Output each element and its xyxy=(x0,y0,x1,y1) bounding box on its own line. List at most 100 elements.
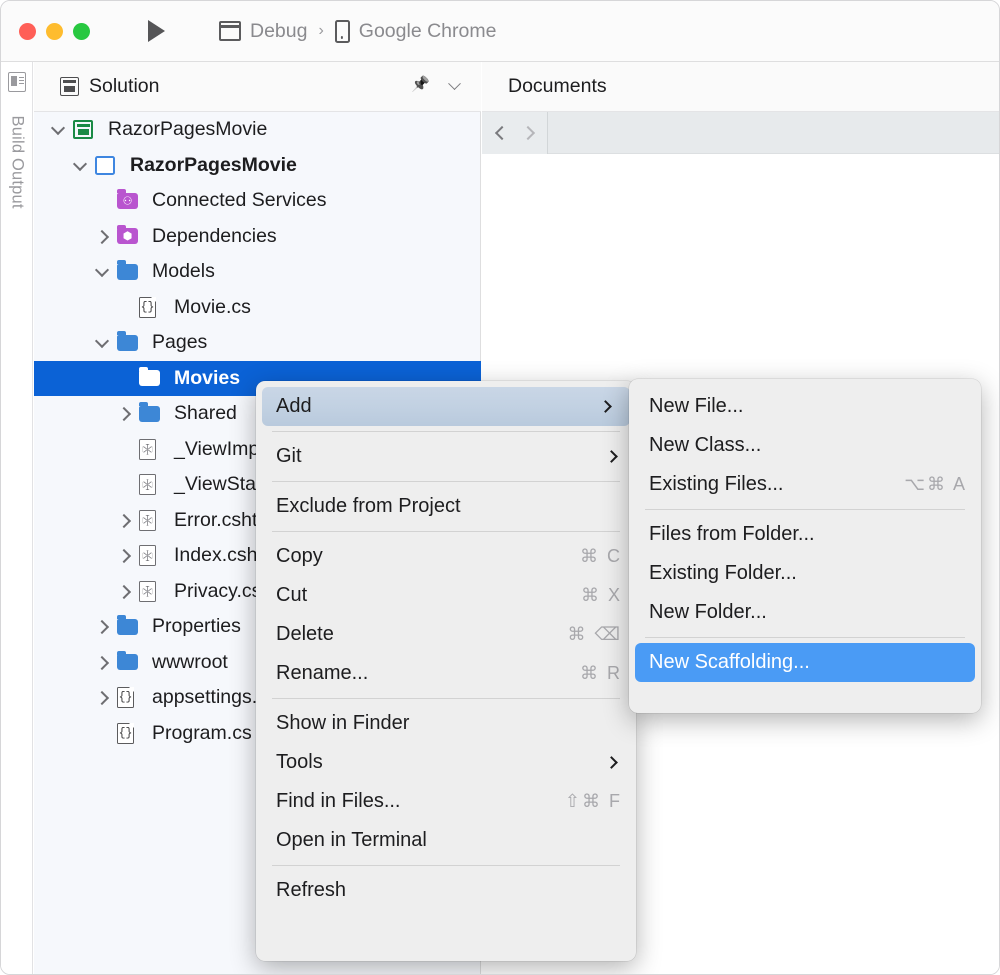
menu-item[interactable]: Delete⌘ ⌫ xyxy=(256,615,636,654)
menu-item[interactable]: Show in Finder xyxy=(256,704,636,743)
maximize-window-button[interactable] xyxy=(73,23,90,40)
chevron-right-icon[interactable] xyxy=(96,620,109,633)
tree-twist-spacer xyxy=(96,727,109,740)
documents-navigation-bar xyxy=(482,112,1000,154)
tree-row-label: RazorPagesMovie xyxy=(108,118,267,141)
folder-icon xyxy=(117,335,138,351)
rail-item-build-output[interactable]: Build Output xyxy=(8,116,27,204)
menu-item[interactable]: Copy⌘ C xyxy=(256,537,636,576)
device-label: Google Chrome xyxy=(359,20,497,43)
menu-item-shortcut: ⌘ C xyxy=(580,546,622,567)
tree-row[interactable]: RazorPagesMovie xyxy=(34,148,481,184)
chevron-right-icon[interactable] xyxy=(96,230,109,243)
folder-icon xyxy=(117,264,138,280)
menu-item[interactable]: Refresh xyxy=(256,871,636,910)
tree-row[interactable]: Pages xyxy=(34,325,481,361)
menu-item-label: Rename... xyxy=(276,662,580,685)
menu-item[interactable]: Open in Terminal xyxy=(256,821,636,860)
menu-item[interactable]: Exclude from Project xyxy=(256,487,636,526)
chevron-right-icon[interactable] xyxy=(118,514,131,527)
tree-icon-slot xyxy=(139,545,165,566)
run-configuration-selector[interactable]: Debug › Google Chrome xyxy=(219,20,496,43)
menu-item[interactable]: Cut⌘ X xyxy=(256,576,636,615)
menu-item[interactable]: Rename...⌘ R xyxy=(256,654,636,693)
title-bar: Debug › Google Chrome xyxy=(1,1,1000,62)
chevron-right-icon[interactable] xyxy=(96,656,109,669)
menu-item[interactable]: Files from Folder... xyxy=(629,515,981,554)
chevron-right-icon[interactable] xyxy=(118,585,131,598)
submenu-arrow-icon xyxy=(605,450,618,463)
chevron-right-icon[interactable] xyxy=(96,691,109,704)
close-window-button[interactable] xyxy=(19,23,36,40)
folder-icon xyxy=(139,370,160,386)
menu-item-shortcut: ⇧⌘ F xyxy=(565,791,622,812)
menu-item[interactable]: New Class... xyxy=(629,426,981,465)
menu-item[interactable]: New Folder... xyxy=(629,593,981,632)
tree-icon-slot xyxy=(95,156,121,175)
tree-row[interactable]: {}Movie.cs xyxy=(34,290,481,326)
menu-item[interactable]: Existing Folder... xyxy=(629,554,981,593)
folder-icon xyxy=(117,619,138,635)
menu-item-label: Existing Folder... xyxy=(649,562,967,585)
menu-item[interactable]: Git xyxy=(256,437,636,476)
tree-row[interactable]: ⬢Dependencies xyxy=(34,219,481,255)
tree-icon-slot: {} xyxy=(117,687,143,708)
tree-row-label: wwwroot xyxy=(152,651,228,674)
menu-item-shortcut: ⌘ X xyxy=(581,585,622,606)
tree-twist-spacer xyxy=(96,194,109,207)
minimize-window-button[interactable] xyxy=(46,23,63,40)
menu-separator xyxy=(272,531,620,532)
menu-item-shortcut: ⌥⌘ A xyxy=(904,474,967,495)
razor-file-icon xyxy=(139,439,156,460)
menu-separator xyxy=(272,698,620,699)
tree-icon-slot: ⚇ xyxy=(117,193,143,209)
tree-row-label: Shared xyxy=(174,402,237,425)
menu-item-label: Git xyxy=(276,445,607,468)
tree-icon-slot xyxy=(139,474,165,495)
menu-separator xyxy=(645,637,965,638)
tree-icon-slot xyxy=(73,120,99,139)
chevron-down-icon[interactable] xyxy=(52,123,65,136)
chevron-right-icon[interactable] xyxy=(118,407,131,420)
run-button[interactable] xyxy=(148,20,165,42)
build-output-icon[interactable] xyxy=(8,72,26,92)
tree-icon-slot xyxy=(117,335,143,351)
chevron-down-icon[interactable] xyxy=(448,77,461,90)
menu-item-label: Exclude from Project xyxy=(276,495,622,518)
add-submenu[interactable]: New File...New Class...Existing Files...… xyxy=(629,379,981,713)
tree-row-label: Connected Services xyxy=(152,189,327,212)
chevron-down-icon[interactable] xyxy=(96,336,109,349)
menu-item[interactable]: Find in Files...⇧⌘ F xyxy=(256,782,636,821)
razor-file-icon xyxy=(139,581,156,602)
tree-icon-slot xyxy=(139,510,165,531)
menu-item[interactable]: Tools xyxy=(256,743,636,782)
menu-separator xyxy=(272,865,620,866)
solution-icon xyxy=(60,77,79,96)
project-icon xyxy=(95,156,115,175)
menu-item[interactable]: Existing Files...⌥⌘ A xyxy=(629,465,981,504)
razor-file-icon xyxy=(139,510,156,531)
context-menu[interactable]: AddGitExclude from ProjectCopy⌘ CCut⌘ XD… xyxy=(256,381,636,961)
chevron-down-icon[interactable] xyxy=(96,265,109,278)
tree-twist-spacer xyxy=(118,301,131,314)
dependencies-icon: ⬢ xyxy=(117,228,138,244)
pin-icon[interactable] xyxy=(412,79,428,95)
back-arrow-icon[interactable] xyxy=(494,125,508,139)
menu-item[interactable]: New Scaffolding... xyxy=(635,643,975,682)
documents-pane-header: Documents xyxy=(482,62,1000,112)
tree-row[interactable]: RazorPagesMovie xyxy=(34,112,481,148)
menu-item-label: Add xyxy=(276,395,601,418)
menu-item-label: New Scaffolding... xyxy=(649,651,961,674)
submenu-arrow-icon xyxy=(599,400,612,413)
chevron-down-icon[interactable] xyxy=(74,159,87,172)
tree-row[interactable]: Models xyxy=(34,254,481,290)
menu-item-label: Copy xyxy=(276,545,580,568)
menu-item-label: Cut xyxy=(276,584,581,607)
menu-item[interactable]: New File... xyxy=(629,387,981,426)
menu-item-label: Show in Finder xyxy=(276,712,622,735)
forward-arrow-icon[interactable] xyxy=(520,125,534,139)
tree-twist-spacer xyxy=(118,443,131,456)
tree-row[interactable]: ⚇ Connected Services xyxy=(34,183,481,219)
menu-item[interactable]: Add xyxy=(262,387,630,426)
chevron-right-icon[interactable] xyxy=(118,549,131,562)
